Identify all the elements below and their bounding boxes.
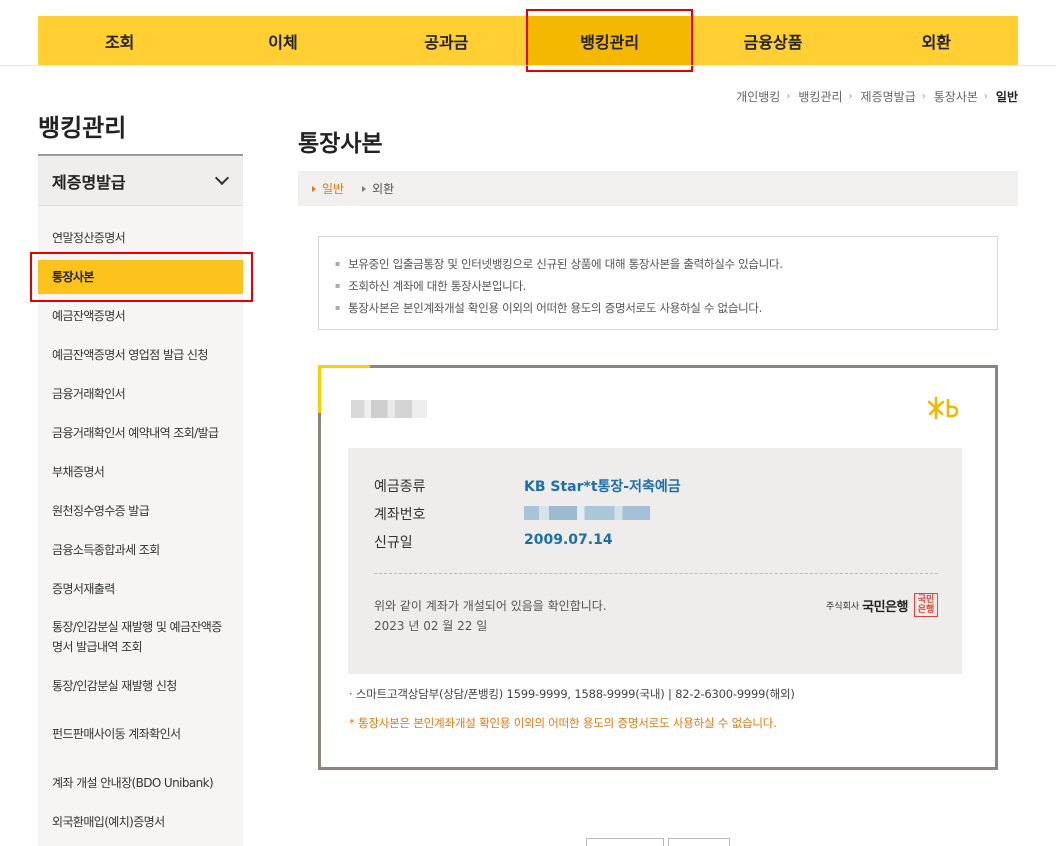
kb-logo-mark xyxy=(927,396,959,420)
gnb-item-foreign-exchange[interactable]: 외환 xyxy=(855,16,1018,65)
row-open-date: 신규일 2009.07.14 xyxy=(374,532,613,552)
notice-item: 통장사본은 본인계좌개설 확인용 이외의 어떠한 용도의 증명서로도 사용하실 … xyxy=(335,297,981,319)
sidebar-item-balance-certificate-branch[interactable]: 예금잔액증명서 영업점 발급 신청 xyxy=(38,335,243,374)
usage-warning: * 통장사본은 본인계좌개설 확인용 이외의 어떠한 용도의 증명서로도 사용하… xyxy=(349,716,777,730)
gnb-item-transfer[interactable]: 이체 xyxy=(201,16,364,65)
chevron-right-icon: › xyxy=(786,91,791,102)
sidebar-item-reissue-request[interactable]: 통장/인감분실 재발행 신청 xyxy=(38,666,243,705)
bank-seal-stamp: 국민 은행 xyxy=(914,593,938,617)
notice-box: 보유중인 입출금통장 및 인터넷뱅킹으로 신규된 상품에 대해 통장사본을 출력… xyxy=(318,236,998,330)
notice-item: 보유중인 입출금통장 및 인터넷뱅킹으로 신규된 상품에 대해 통장사본을 출력… xyxy=(335,253,981,275)
sidebar-item-transaction-confirmation-reservation[interactable]: 금융거래확인서 예약내역 조회/발급 xyxy=(38,413,243,452)
breadcrumb: 개인뱅킹 › 뱅킹관리 › 제증명발급 › 통장사본 › 일반 xyxy=(736,88,1018,105)
row-deposit-type: 예금종류 KB Star*t통장-저축예금 xyxy=(374,476,681,496)
tab-label: 외환 xyxy=(372,182,395,196)
account-number-label: 계좌번호 xyxy=(374,507,426,523)
breadcrumb-item[interactable]: 제증명발급 xyxy=(861,88,916,105)
sidebar-section-label: 제증명발급 xyxy=(52,172,126,192)
sidebar-item-reprint[interactable]: 증명서재출력 xyxy=(38,569,243,608)
account-info-box: 예금종류 KB Star*t통장-저축예금 계좌번호 신규일 2009.07.1… xyxy=(348,448,962,674)
tab-label: 일반 xyxy=(322,182,345,196)
gnb-item-financial-products[interactable]: 금융상품 xyxy=(691,16,854,65)
sidebar: 제증명발급 연말정산증명서 통장사본 예금잔액증명서 예금잔액증명서 영업점 발… xyxy=(30,154,253,846)
tab-foreign[interactable]: 외환 xyxy=(362,180,394,197)
row-account-number: 계좌번호 xyxy=(374,504,650,524)
corner-accent xyxy=(318,365,321,413)
confirmation-date: 2023 년 02 월 22 일 xyxy=(374,619,488,633)
bank-signature: 주식회사 국민은행 국민 은행 xyxy=(826,593,938,617)
notice-item: 조회하신 계좌에 대한 통장사본입니다. xyxy=(335,275,981,297)
sidebar-item-fund-transfer-confirmation[interactable]: 펀드판매사이동 계좌확인서 xyxy=(38,705,243,763)
sidebar-item-passbook-copy[interactable]: 통장사본 xyxy=(30,252,253,302)
page: 조회 이체 공과금 뱅킹관리 금융상품 외환 개인뱅킹 › 뱅킹관리 › 제증명발급… xyxy=(0,0,1056,846)
global-nav: 조회 이체 공과금 뱅킹관리 금융상품 외환 xyxy=(38,9,1018,72)
kb-logo-icon xyxy=(927,396,963,426)
contact-info: · 스마트고객상담부(상담/폰뱅킹) 1599-9999, 1588-9999(… xyxy=(349,687,795,701)
chevron-right-icon: › xyxy=(848,91,853,102)
sidebar-item-withholding-receipt[interactable]: 원천징수영수증 발급 xyxy=(38,491,243,530)
sidebar-item-transaction-confirmation[interactable]: 금융거래확인서 xyxy=(38,374,243,413)
sidebar-item-financial-income-tax[interactable]: 금융소득종합과세 조회 xyxy=(38,530,243,569)
bottom-button-partial[interactable] xyxy=(668,838,730,846)
chevron-right-icon: › xyxy=(921,91,926,102)
open-date-label: 신규일 xyxy=(374,535,413,551)
sidebar-list: 연말정산증명서 통장사본 예금잔액증명서 예금잔액증명서 영업점 발급 신청 금… xyxy=(30,206,253,841)
gnb-item-banking-management[interactable]: 뱅킹관리 xyxy=(525,9,694,72)
gnb-item-inquiry[interactable]: 조회 xyxy=(38,16,201,65)
tab-bar: 일반 외환 xyxy=(298,171,1018,206)
sidebar-item-bdo-account-guide[interactable]: 계좌 개설 안내장(BDO Unibank) xyxy=(38,763,243,802)
bank-name: 국민은행 xyxy=(862,599,908,615)
breadcrumb-item[interactable]: 뱅킹관리 xyxy=(798,88,842,105)
gnb-item-utility-bills[interactable]: 공과금 xyxy=(365,16,528,65)
chevron-down-icon xyxy=(214,170,230,185)
chevron-right-icon: › xyxy=(983,91,988,102)
account-number-blurred xyxy=(524,506,650,520)
breadcrumb-current: 일반 xyxy=(995,90,1018,104)
sidebar-item-fx-purchase-certificate[interactable]: 외국환매입(예치)증명서 xyxy=(38,802,243,841)
sidebar-item-debt-certificate[interactable]: 부채증명서 xyxy=(38,452,243,491)
gnb-divider xyxy=(0,65,1056,66)
sidebar-title: 뱅킹관리 xyxy=(38,114,127,142)
bank-prefix: 주식회사 xyxy=(826,601,860,612)
bottom-button-partial[interactable] xyxy=(586,838,664,846)
sidebar-section-toggle[interactable]: 제증명발급 xyxy=(38,156,243,206)
triangle-right-icon xyxy=(362,185,367,192)
deposit-type-label: 예금종류 xyxy=(374,479,426,495)
account-holder-blurred xyxy=(351,400,427,418)
confirmation-statement: 위와 같이 계좌가 개설되어 있음을 확인합니다. xyxy=(374,599,607,613)
breadcrumb-item[interactable]: 개인뱅킹 xyxy=(736,88,780,105)
breadcrumb-item[interactable]: 통장사본 xyxy=(934,88,978,105)
corner-accent xyxy=(318,365,370,368)
confirmation-text: 위와 같이 계좌가 개설되어 있음을 확인합니다. 2023 년 02 월 22… xyxy=(374,596,607,636)
deposit-type-value: KB Star*t통장-저축예금 xyxy=(524,479,681,495)
dashed-divider xyxy=(374,573,938,574)
open-date-value: 2009.07.14 xyxy=(524,532,613,548)
passbook-copy: 예금종류 KB Star*t통장-저축예금 계좌번호 신규일 2009.07.1… xyxy=(318,365,998,770)
triangle-right-icon xyxy=(312,185,316,192)
sidebar-item-reissue-history[interactable]: 통장/인감분실 재발행 및 예금잔액증명서 발급내역 조회 xyxy=(38,608,243,666)
page-title: 통장사본 xyxy=(298,131,383,157)
tab-general[interactable]: 일반 xyxy=(312,180,344,197)
